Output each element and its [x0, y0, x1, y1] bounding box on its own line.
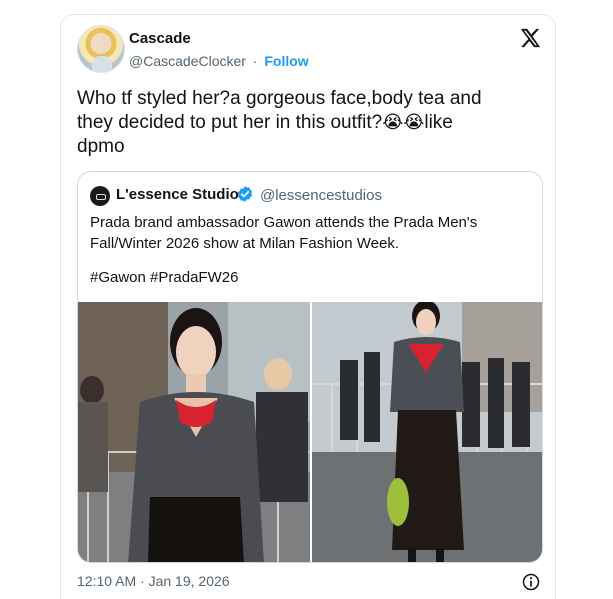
quoted-tweet-text: Prada brand ambassador Gawon attends the…: [90, 212, 530, 254]
tweet-text: Who tf styled her?a gorgeous face,body t…: [77, 87, 517, 159]
quoted-tweet[interactable]: L'essence Studios @lessencestudios Prada…: [77, 171, 543, 563]
tweet-text-line-3: dpmo: [77, 136, 125, 157]
verified-badge-icon: [237, 186, 253, 202]
crying-emoji-icon: 😭: [403, 112, 425, 132]
photo-right[interactable]: [312, 302, 542, 562]
quoted-text-line-1: Prada brand ambassador Gawon attends the…: [90, 214, 478, 231]
quoted-author-avatar[interactable]: [90, 186, 110, 206]
author-avatar[interactable]: [77, 25, 125, 73]
separator-dot: ·: [252, 53, 258, 69]
photo-left[interactable]: [78, 302, 310, 562]
tweet-text-line-1: Who tf styled her?a gorgeous face,body t…: [77, 88, 482, 109]
tweet-card: Cascade @CascadeClocker · Follow Who tf …: [60, 14, 556, 599]
quoted-author-name[interactable]: L'essence Studios: [116, 186, 247, 203]
follow-button[interactable]: Follow: [264, 53, 308, 69]
tweet-timestamp[interactable]: 12:10 AM · Jan 19, 2026: [77, 573, 230, 589]
crying-emoji-icon: 😭: [382, 112, 404, 132]
quoted-author-handle[interactable]: @lessencestudios: [260, 187, 382, 204]
photo-grid: [78, 302, 542, 562]
tweet-text-line-2-part-2: like: [424, 112, 453, 133]
tweet-text-line-2: they decided to put her in this outfit?😭…: [77, 111, 517, 135]
author-handle[interactable]: @CascadeClocker: [129, 53, 246, 69]
author-name[interactable]: Cascade: [129, 30, 191, 47]
info-icon[interactable]: [521, 572, 541, 592]
x-logo-icon[interactable]: [519, 27, 541, 49]
author-handle-row: @CascadeClocker · Follow: [129, 53, 309, 69]
quoted-hashtags[interactable]: #Gawon #PradaFW26: [90, 269, 238, 286]
quoted-text-line-2: Fall/Winter 2026 show at Milan Fashion W…: [90, 235, 400, 252]
tweet-text-line-2-part-1: they decided to put her in this outfit?: [77, 112, 383, 133]
